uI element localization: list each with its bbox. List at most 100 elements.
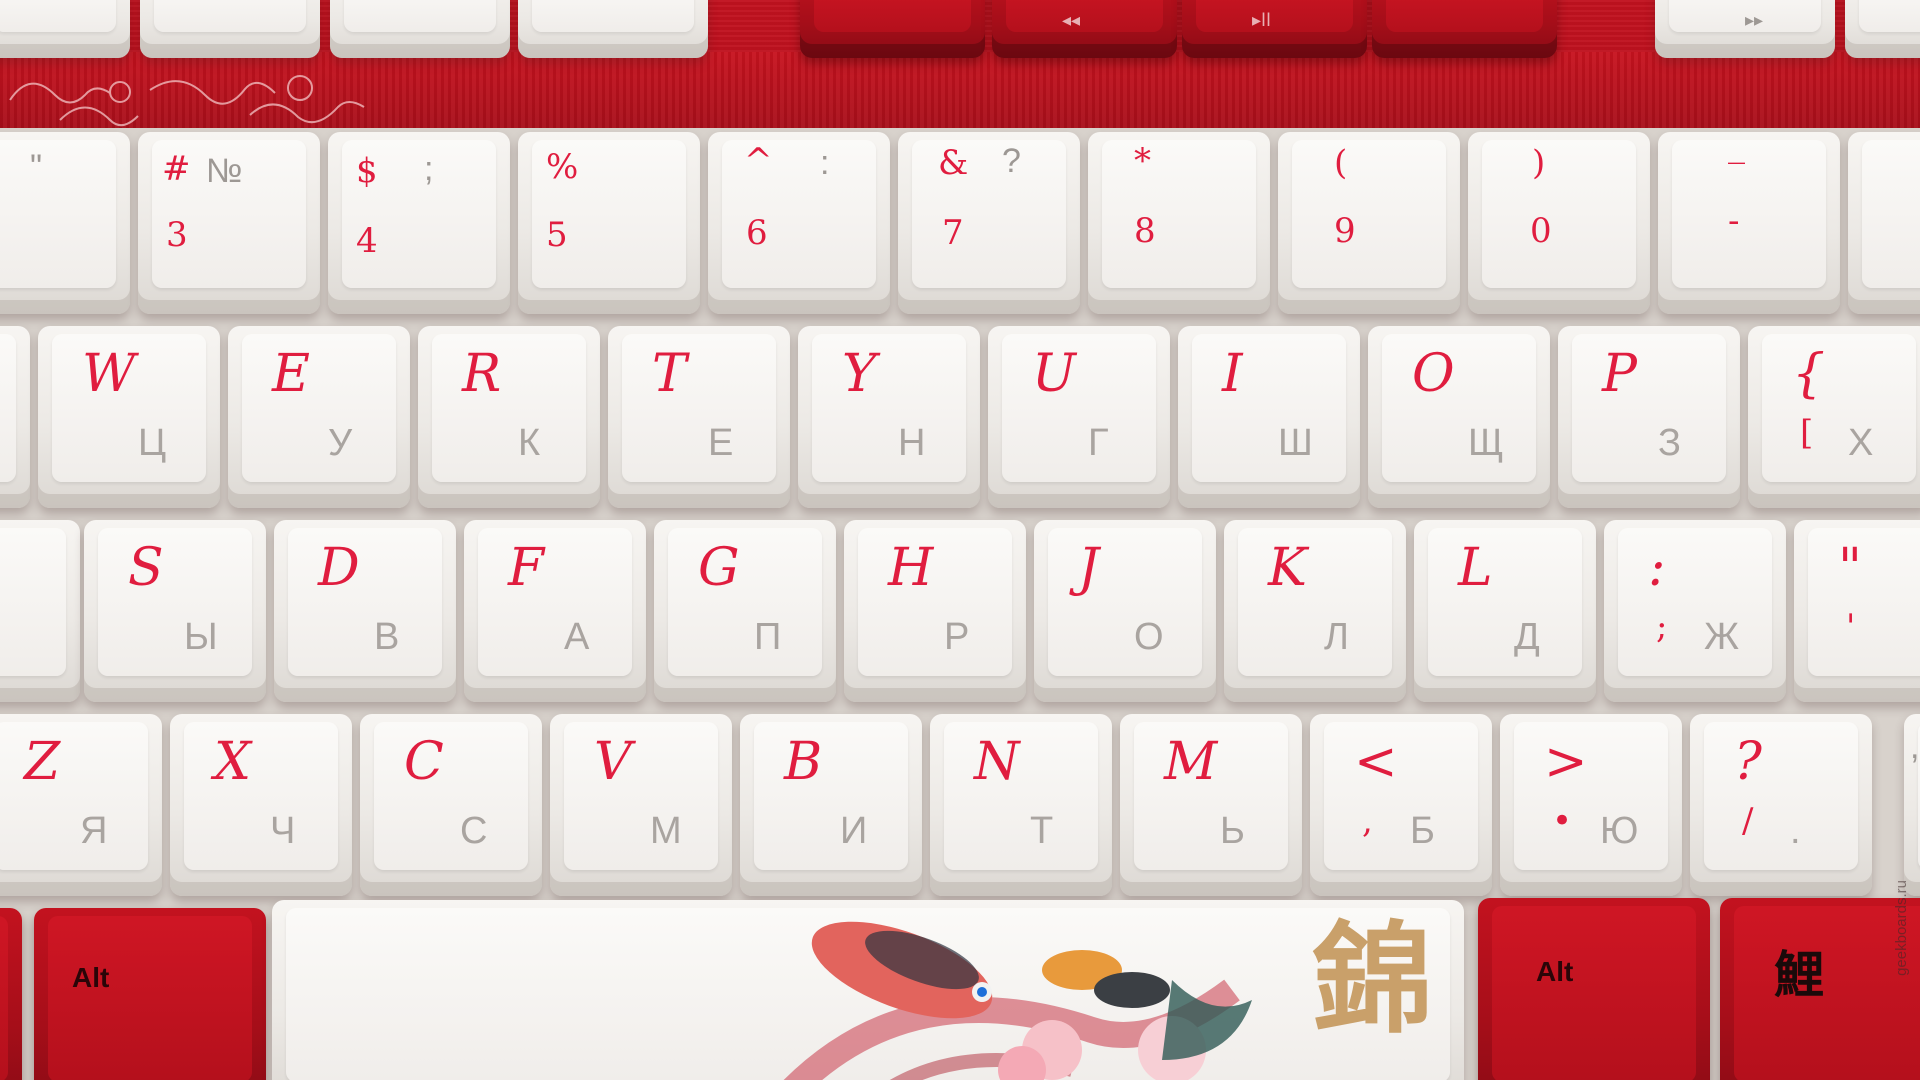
- key-media-next[interactable]: ▸▸: [1655, 0, 1835, 58]
- key-4[interactable]: $ ; 4: [328, 132, 510, 314]
- key-label-top: ^: [744, 141, 773, 181]
- key-legend-en: <: [1354, 732, 1398, 792]
- key-legend-en: G: [698, 538, 740, 598]
- key-row_a-0[interactable]: SЫ: [84, 520, 266, 702]
- key-row_a-2[interactable]: FА: [464, 520, 646, 702]
- key-row_z-5[interactable]: NТ: [930, 714, 1112, 896]
- key-row_q-4[interactable]: YН: [798, 326, 980, 508]
- key-row_z-7[interactable]: <, Б: [1310, 714, 1492, 896]
- key-row_a-6[interactable]: KЛ: [1224, 520, 1406, 702]
- key-row_z-3[interactable]: VМ: [550, 714, 732, 896]
- key-legend-ru: Ь: [1220, 810, 1245, 852]
- key-legend-ru: З: [1658, 422, 1681, 464]
- key-fn[interactable]: 鯉: [1720, 898, 1920, 1080]
- key-legend-ru: О: [1134, 616, 1164, 658]
- key-legend-en: C: [404, 732, 444, 792]
- key-label-bottom: -: [1728, 201, 1740, 241]
- keyboard-photo: ◂◂ ▸ll ▸▸ " # № 3 $ ; 4 % 5 ^ : 6 & ? 7 …: [0, 0, 1920, 1080]
- key-alt-left[interactable]: Alt: [34, 908, 266, 1080]
- key-minus[interactable]: _ -: [1658, 128, 1840, 314]
- key-label-top-ru: №: [206, 152, 243, 190]
- key-f-right[interactable]: [1845, 0, 1920, 58]
- key-tab-edge[interactable]: [0, 326, 30, 508]
- key-media-1[interactable]: [800, 0, 985, 58]
- key-legend-ru: К: [518, 422, 541, 464]
- key-row_a-5[interactable]: JО: [1034, 520, 1216, 702]
- key-legend-ru: Ы: [184, 616, 218, 658]
- key-row_a-4[interactable]: HР: [844, 520, 1026, 702]
- key-row_q-9[interactable]: {[Х: [1748, 326, 1920, 508]
- key-row_q-8[interactable]: PЗ: [1558, 326, 1740, 508]
- key-alt-right[interactable]: Alt: [1478, 898, 1710, 1080]
- key-row_a-3[interactable]: GП: [654, 520, 836, 702]
- key-row_q-0[interactable]: WЦ: [38, 326, 220, 508]
- watermark: geekboards.ru: [1893, 880, 1910, 976]
- key-6[interactable]: ^ : 6: [708, 132, 890, 314]
- key-row_q-3[interactable]: TЕ: [608, 326, 790, 508]
- key-row_q-5[interactable]: UГ: [988, 326, 1170, 508]
- key-row_a-1[interactable]: DВ: [274, 520, 456, 702]
- key-0[interactable]: ) 0: [1468, 132, 1650, 314]
- key-spacebar[interactable]: 錦: [272, 900, 1464, 1080]
- key-legend-comma: ,: [1910, 728, 1920, 766]
- key-legend-ru: Ч: [270, 810, 296, 852]
- key-legend-en: K: [1268, 538, 1307, 598]
- key-row_a-7[interactable]: LД: [1414, 520, 1596, 702]
- key-7[interactable]: & ? 7: [898, 132, 1080, 314]
- key-row_z-9[interactable]: ? /.: [1690, 714, 1872, 896]
- key-row_z-8[interactable]: > • Ю: [1500, 714, 1682, 896]
- key-legend-en-secondary: ,: [1362, 801, 1373, 841]
- key-label-top: $: [356, 151, 378, 191]
- key-legend-ru: Т: [1030, 810, 1054, 852]
- key-legend-ru: Л: [1324, 616, 1349, 658]
- key-ctrl-edge[interactable]: [0, 908, 22, 1080]
- key-legend-en-secondary: •: [1552, 801, 1573, 841]
- key-row_z-4[interactable]: BИ: [740, 714, 922, 896]
- key-2[interactable]: ": [0, 132, 130, 314]
- key-row_q-6[interactable]: IШ: [1178, 326, 1360, 508]
- key-8[interactable]: * 8: [1088, 132, 1270, 314]
- key-legend-en: ?: [1734, 732, 1762, 792]
- key-f-left-4[interactable]: [518, 0, 708, 58]
- key-equals[interactable]: [1848, 132, 1920, 314]
- key-legend-ru: Ш: [1278, 422, 1313, 464]
- key-legend-en: {: [1792, 344, 1826, 404]
- key-media-4[interactable]: [1372, 0, 1557, 58]
- key-label-bottom: 8: [1134, 211, 1156, 251]
- key-f-left-3[interactable]: [330, 0, 510, 58]
- key-legend-ru: Х: [1848, 422, 1874, 464]
- key-legend-en: T: [652, 344, 687, 404]
- key-5[interactable]: % 5: [518, 132, 700, 314]
- key-legend-ru: Я: [80, 810, 108, 852]
- key-row_q-1[interactable]: EУ: [228, 326, 410, 508]
- key-legend-ru: Ю: [1600, 810, 1639, 852]
- key-label-top: ": [30, 148, 43, 186]
- key-legend-en: U: [1032, 344, 1076, 404]
- key-row_z-0[interactable]: ZЯ: [0, 714, 162, 896]
- key-legend-ru: Б: [1410, 810, 1435, 852]
- key-row_a-9[interactable]: " ': [1794, 520, 1920, 702]
- key-f-left-2[interactable]: [140, 0, 320, 58]
- key-label-bottom: 0: [1530, 211, 1552, 251]
- key-row_a-8[interactable]: :; Ж: [1604, 520, 1786, 702]
- key-f-left-1[interactable]: [0, 0, 130, 58]
- key-row_z-1[interactable]: XЧ: [170, 714, 352, 896]
- key-legend-ru: А: [564, 616, 590, 658]
- koi-fish-illustration: [783, 921, 1252, 1080]
- key-row_z-2[interactable]: CС: [360, 714, 542, 896]
- key-a-edge[interactable]: [0, 520, 80, 702]
- key-media-play[interactable]: ▸ll: [1182, 0, 1367, 58]
- key-legend-ru: П: [754, 616, 782, 658]
- key-row_q-7[interactable]: OЩ: [1368, 326, 1550, 508]
- key-comma-edge[interactable]: ,: [1904, 714, 1920, 896]
- key-label-top: %: [546, 147, 579, 187]
- key-3[interactable]: # № 3: [138, 132, 320, 314]
- key-row_q-2[interactable]: RК: [418, 326, 600, 508]
- key-legend-en: R: [462, 344, 502, 404]
- key-legend-en: :: [1648, 538, 1666, 598]
- key-legend-ru: И: [840, 810, 868, 852]
- key-media-prev[interactable]: ◂◂: [992, 0, 1177, 58]
- key-9[interactable]: ( 9: [1278, 132, 1460, 314]
- key-label-top: (: [1334, 143, 1348, 183]
- key-row_z-6[interactable]: MЬ: [1120, 714, 1302, 896]
